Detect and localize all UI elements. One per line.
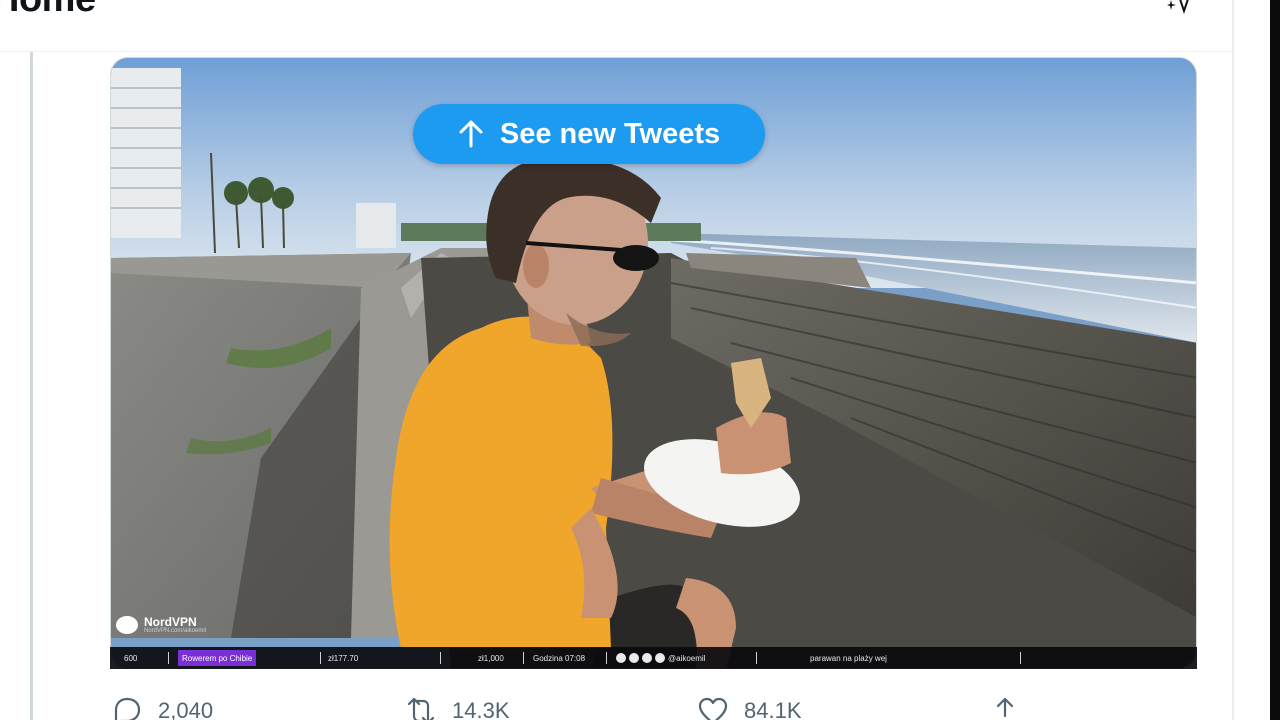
nordvpn-url: NordVPN.com/aikoemil (144, 628, 207, 634)
retweet-count: 14.3K (452, 698, 510, 720)
separator (320, 652, 321, 664)
youtube-icon (655, 653, 665, 663)
viewer-count: 600 (124, 653, 138, 663)
separator (440, 652, 441, 664)
timeline-header: Home (0, 0, 1234, 52)
twitch-icon (616, 653, 626, 663)
share-button[interactable] (988, 694, 1022, 720)
like-count: 84.1K (744, 698, 802, 720)
share-icon (996, 697, 1014, 718)
separator (168, 652, 169, 664)
clock-time: Godzina 07:08 (533, 653, 586, 663)
page-title: Home (0, 0, 96, 21)
see-new-tweets-button[interactable]: See new Tweets (413, 104, 765, 164)
right-gap (1234, 0, 1270, 720)
ticker-text: parawan na plaży wej (810, 653, 887, 663)
nordvpn-name: NordVPN (144, 615, 197, 629)
goal-amount: zł1,000 (478, 653, 504, 663)
separator (523, 652, 524, 664)
instagram-icon (642, 653, 652, 663)
nordvpn-logo: NordVPN NordVPN.com/aikoemil (116, 616, 206, 634)
sparkle-glyph (1167, 0, 1189, 14)
arrow-up-icon (459, 120, 483, 148)
screen-edge (1270, 0, 1280, 720)
reply-button[interactable]: 2,040 (110, 694, 213, 720)
channel-handle: @aikoemil (668, 653, 706, 663)
current-task: Rowerem po Chibie (178, 650, 257, 666)
stream-info-bar: 600 Rowerem po Chibie zł177.70 zł1,000 G… (110, 647, 1197, 669)
nordvpn-mountain-icon (116, 616, 138, 634)
tweet-actions: 2,040 14.3K 84.1K (110, 694, 1030, 720)
thread-line (30, 52, 33, 720)
like-button[interactable]: 84.1K (696, 694, 802, 720)
donation-amount: zł177.70 (328, 653, 359, 663)
facebook-icon (629, 653, 639, 663)
separator (756, 652, 757, 664)
separator (606, 652, 607, 664)
reply-icon (114, 697, 141, 720)
sparkle-icon[interactable] (1158, 0, 1198, 18)
separator (1020, 652, 1021, 664)
retweet-icon (407, 697, 435, 720)
retweet-button[interactable]: 14.3K (404, 694, 510, 720)
reply-count: 2,040 (158, 698, 214, 720)
heart-icon (698, 697, 728, 720)
timeline-page: Home (0, 0, 1280, 720)
see-new-tweets-label: See new Tweets (499, 117, 721, 150)
